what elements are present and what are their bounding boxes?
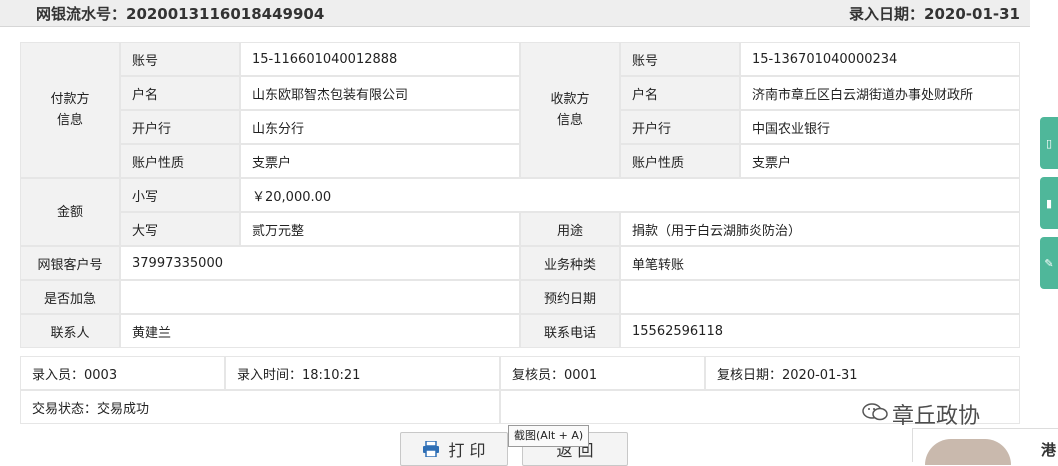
printer-icon — [422, 441, 440, 457]
payee-type-label: 账户性质 — [620, 144, 740, 178]
purpose: 捐款（用于白云湖肺炎防治） — [620, 212, 1020, 246]
payee-bank-label: 开户行 — [620, 110, 740, 144]
payer-name: 山东欧耶智杰包装有限公司 — [240, 76, 520, 110]
scheduled-date — [620, 280, 1020, 314]
phone-label: 联系电话 — [520, 314, 620, 348]
reviewer: 复核员：0001 — [500, 356, 705, 390]
avatar — [925, 439, 1011, 465]
feedback-icon: ✎ — [1044, 256, 1054, 270]
payer-bank-label: 开户行 — [120, 110, 240, 144]
phone-icon: ▮ — [1045, 196, 1053, 210]
side-tab-3[interactable]: ✎ — [1040, 237, 1058, 289]
entry-time: 录入时间：18:10:21 — [225, 356, 500, 390]
customer-no: 37997335000 — [120, 246, 520, 280]
payee-group-label: 收款方 信息 — [520, 42, 620, 178]
watermark-logo: 章丘政协 — [862, 398, 980, 430]
contact: 黄建兰 — [120, 314, 520, 348]
business-type-label: 业务种类 — [520, 246, 620, 280]
scheduled-date-label: 预约日期 — [520, 280, 620, 314]
business-type: 单笔转账 — [620, 246, 1020, 280]
payer-group-label: 付款方 信息 — [20, 42, 120, 178]
payee-account-no: 15-136701040000234 — [740, 42, 1020, 76]
document-icon: ▯ — [1045, 136, 1053, 150]
amount-group-label: 金额 — [20, 178, 120, 246]
entry-date: 录入日期：2020-01-31 — [849, 5, 1020, 23]
urgent — [120, 280, 520, 314]
contact-label: 联系人 — [20, 314, 120, 348]
avatar-name: 港 — [1041, 441, 1057, 459]
serial-number: 网银流水号：2020013116018449904 — [36, 5, 325, 23]
payee-name-label: 户名 — [620, 76, 740, 110]
payee-account-no-label: 账号 — [620, 42, 740, 76]
watermark-logo-text: 章丘政协 — [892, 404, 981, 429]
entered-by: 录入员：0003 — [20, 356, 225, 390]
payer-type: 支票户 — [240, 144, 520, 178]
wechat-icon — [862, 402, 888, 426]
screenshot-tooltip: 截图(Alt + A) — [508, 425, 590, 447]
payer-bank: 山东分行 — [240, 110, 520, 144]
amount-large: 贰万元整 — [240, 212, 520, 246]
payer-name-label: 户名 — [120, 76, 240, 110]
amount-small-label: 小写 — [120, 178, 240, 212]
customer-no-label: 网银客户号 — [20, 246, 120, 280]
purpose-label: 用途 — [520, 212, 620, 246]
payer-type-label: 账户性质 — [120, 144, 240, 178]
payee-name: 济南市章丘区白云湖街道办事处财政所 — [740, 76, 1020, 110]
payee-type: 支票户 — [740, 144, 1020, 178]
amount-small: ￥20,000.00 — [240, 178, 1020, 212]
payer-account-no: 15-116601040012888 — [240, 42, 520, 76]
payer-account-no-label: 账号 — [120, 42, 240, 76]
payee-bank: 中国农业银行 — [740, 110, 1020, 144]
urgent-label: 是否加急 — [20, 280, 120, 314]
phone: 15562596118 — [620, 314, 1020, 348]
review-date: 复核日期：2020-01-31 — [705, 356, 1020, 390]
avatar-card: 港 — [912, 428, 1058, 465]
side-tab-1[interactable]: ▯ — [1040, 117, 1058, 169]
transaction-status: 交易状态：交易成功 — [20, 390, 500, 424]
side-tab-2[interactable]: ▮ — [1040, 177, 1058, 229]
print-button-label: 打 印 — [448, 441, 486, 460]
header-bar: 网银流水号：2020013116018449904 录入日期：2020-01-3… — [0, 0, 1030, 27]
amount-large-label: 大写 — [120, 212, 240, 246]
